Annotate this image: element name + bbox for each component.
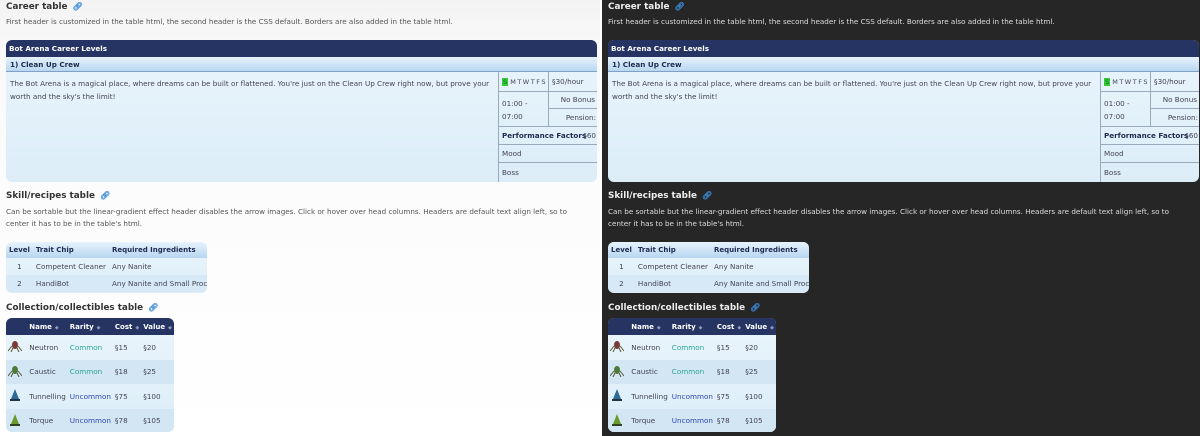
table-row: 2HandiBotAny Nanite and Small Processor (6, 275, 207, 292)
bonus: No Bonus (1151, 92, 1199, 109)
table-row: 2HandiBotAny Nanite and Small Processor (608, 275, 809, 292)
career-table-title: Bot Arena Career Levels (6, 40, 597, 57)
performance-header: Performance Factors (1101, 127, 1199, 145)
table-row: Neutron Common §15 §20 (608, 335, 776, 360)
link-icon[interactable]: 🔗︎ (750, 303, 760, 312)
career-description: First header is customized in the table … (608, 17, 1055, 26)
sort-icon: ◆ (770, 324, 774, 331)
table-row: Caustic Common §18 §25 (6, 359, 174, 384)
drill-bot-icon (10, 413, 20, 426)
career-table: Bot Arena Career Levels 1) Clean Up Crew… (608, 40, 1199, 182)
pay: §30/hour (549, 72, 597, 92)
factor-mood: Mood (499, 145, 597, 163)
skill-table: Level Trait Chip Required Ingredients 1 Com… (6, 242, 207, 293)
link-icon[interactable]: 🔗︎ (100, 191, 110, 200)
career-table: Bot Arena Career Levels 1) Clean Up Crew… (6, 40, 597, 182)
skill-description: Can be sortable but the linear-gradient … (6, 207, 568, 228)
table-row: 1 Competent Cleaner Any Nanite (17, 262, 152, 271)
career-description: First header is customized in the table … (6, 17, 453, 26)
drill-bot-icon (612, 389, 622, 402)
skill-heading: Skill/recipes table 🔗︎ (608, 191, 713, 201)
pay: §30/hour (1151, 72, 1199, 92)
collection-heading: Collection/collectibles table 🔗︎ (608, 303, 761, 313)
factor-boss: Boss (1104, 168, 1121, 177)
sort-icon: ◆ (54, 324, 59, 331)
drill-bot-icon (612, 413, 622, 426)
bonus: No Bonus (549, 92, 597, 109)
col-trait-chip[interactable]: Trait Chip (32, 242, 109, 258)
link-icon[interactable]: 🔗︎ (702, 191, 712, 200)
sort-icon: ◆ (698, 324, 703, 331)
col-value[interactable]: Value ◆ (141, 318, 174, 335)
career-heading: Career table 🔗︎ (6, 2, 83, 12)
spider-bot-icon (610, 365, 624, 377)
col-cost[interactable]: Cost ◆ (112, 318, 142, 335)
career-heading: Career table 🔗︎ (608, 2, 685, 12)
col-rarity[interactable]: Rarity ◆ (669, 318, 715, 335)
spider-bot-icon (8, 365, 22, 377)
career-level: 1) Clean Up Crew (608, 57, 1199, 72)
table-row: Tunnelling Uncommon §75 §100 (608, 384, 776, 409)
col-trait-chip[interactable]: Trait Chip (634, 242, 711, 258)
col-rarity[interactable]: Rarity ◆ (67, 318, 113, 335)
sort-icon: ◆ (656, 324, 661, 331)
table-row: 1 Competent Cleaner Any Nanite (619, 262, 754, 271)
collection-heading: Collection/collectibles table 🔗︎ (6, 303, 159, 313)
table-row: Torque Uncommon §78 §105 (608, 408, 776, 432)
sort-icon: ◆ (168, 324, 172, 331)
spider-bot-icon (610, 341, 624, 353)
col-level[interactable]: Level (608, 242, 635, 258)
hours: 01:00 - 07:00 (499, 92, 549, 127)
factor-mood: Mood (1101, 145, 1199, 163)
table-row: Torque Uncommon §78 §105 (6, 408, 174, 432)
hours: 01:00 - 07:00 (1101, 92, 1151, 127)
schedule: S MTWTFS (499, 72, 549, 92)
table-row: Caustic Common §18 §25 (608, 359, 776, 384)
col-ingredients[interactable]: Required Ingredients (109, 242, 207, 258)
col-name[interactable]: Name ◆ (27, 318, 68, 335)
skill-table: Level Trait Chip Required Ingredients 1 Com… (608, 242, 809, 293)
col-value[interactable]: Value ◆ (743, 318, 776, 335)
collection-table: Name ◆ Rarity ◆ Cost ◆ Value ◆ Neutron Common §15… (6, 318, 174, 432)
skill-heading: Skill/recipes table 🔗︎ (6, 191, 111, 201)
link-icon[interactable]: 🔗︎ (674, 2, 684, 11)
col-cost[interactable]: Cost ◆ (714, 318, 744, 335)
link-icon[interactable]: 🔗︎ (148, 303, 158, 312)
sort-icon: ◆ (737, 324, 742, 331)
col-name[interactable]: Name ◆ (629, 318, 670, 335)
career-body: The Bot Arena is a magical place, where … (10, 79, 490, 101)
table-row: Tunnelling Uncommon §75 §100 (6, 384, 174, 409)
career-table-title: Bot Arena Career Levels (608, 40, 1199, 57)
collection-table: Name ◆ Rarity ◆ Cost ◆ Value ◆ Neutron Common §15… (608, 318, 776, 432)
col-level[interactable]: Level (6, 242, 33, 258)
light-theme-panel: Career table 🔗︎ First header is customize… (0, 0, 600, 436)
performance-header: Performance Factors (499, 127, 597, 145)
pension: Pension: §60 (549, 109, 597, 140)
skill-description: Can be sortable but the linear-gradient … (608, 207, 1170, 228)
spider-bot-icon (8, 341, 22, 353)
career-body: The Bot Arena is a magical place, where … (612, 79, 1092, 101)
table-row: Neutron Common §15 §20 (6, 335, 174, 360)
sort-icon: ◆ (96, 324, 101, 331)
col-ingredients[interactable]: Required Ingredients (711, 242, 809, 258)
link-icon[interactable]: 🔗︎ (72, 2, 82, 11)
factor-boss: Boss (502, 168, 519, 177)
dark-theme-panel: Career table 🔗︎ First header is customize… (602, 0, 1200, 436)
drill-bot-icon (10, 389, 20, 402)
schedule: S MTWTFS (1101, 72, 1151, 92)
sort-icon: ◆ (135, 324, 140, 331)
career-level: 1) Clean Up Crew (6, 57, 597, 72)
pension: Pension: §60 (1151, 109, 1199, 140)
